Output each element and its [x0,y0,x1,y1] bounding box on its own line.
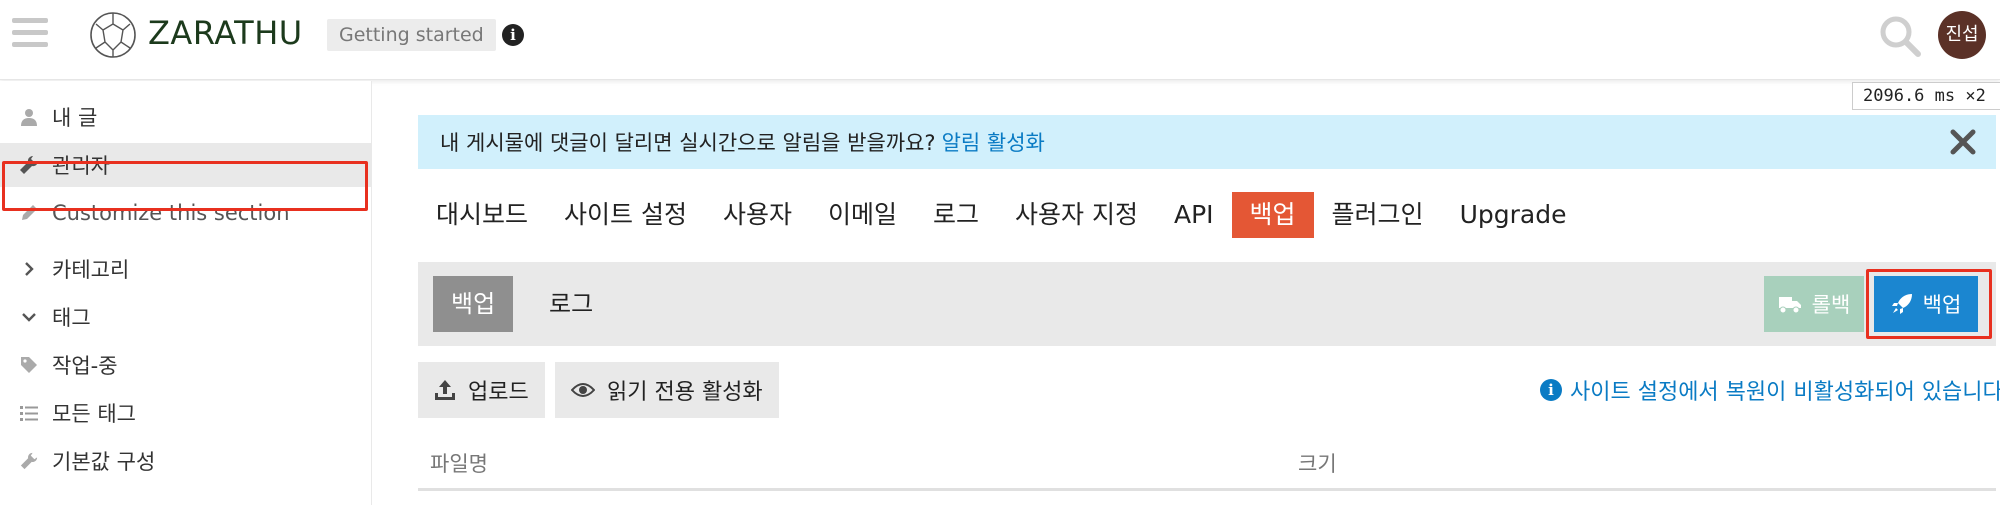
backup-subnav: 백업 로그 롤백 백업 [418,262,1996,346]
user-icon [18,108,40,126]
readonly-label: 읽기 전용 활성화 [607,380,763,405]
sidebar-item-tags[interactable]: 태그 [0,295,372,339]
sidebar-item-customize[interactable]: Customize this section [0,191,372,235]
backup-button[interactable]: 백업 [1874,276,1978,332]
table-header-divider [418,488,1996,491]
restore-note-text: 사이트 설정에서 복원이 비활성화되어 있습니다. [1570,380,2000,405]
timing-value: 2096.6 [1863,86,1925,106]
sidebar-item-label: 태그 [52,306,91,330]
close-icon[interactable] [1948,127,1978,157]
list-icon [18,405,40,421]
column-header-filename[interactable]: 파일명 [430,448,488,478]
admin-nav: 대시보드 사이트 설정 사용자 이메일 로그 사용자 지정 API 백업 플러그… [418,192,1584,238]
enable-notifications-link[interactable]: 알림 활성화 [942,127,1045,157]
tab-email[interactable]: 이메일 [810,192,915,238]
chevron-right-icon [18,261,40,277]
breadcrumb[interactable]: Getting started [327,19,496,51]
pencil-icon [18,204,40,222]
site-header: ZARATHU Getting started i 진섭 [0,0,2000,80]
tab-logs[interactable]: 로그 [915,192,997,238]
sidebar-item-tag-wip[interactable]: 작업-중 [0,343,372,387]
sidebar-item-categories[interactable]: 카테고리 [0,247,372,291]
sidebar-item-label: 모든 태그 [52,402,136,426]
upload-button[interactable]: 업로드 [418,362,545,418]
sidebar-item-defaults[interactable]: 기본값 구성 [0,439,372,483]
sidebar-item-label: 내 글 [52,106,98,130]
sidebar-item-label: 기본값 구성 [52,450,156,474]
column-header-size[interactable]: 크기 [1298,448,1337,478]
tab-backups[interactable]: 백업 [1231,192,1314,238]
upload-label: 업로드 [468,380,529,405]
tab-site-settings[interactable]: 사이트 설정 [546,192,705,238]
upload-icon [435,380,455,400]
sidebar-item-label: 관리자 [52,154,110,178]
timing-badge[interactable]: 2096.6 ms ×2 [1852,82,2000,110]
tab-plugins[interactable]: 플러그인 [1314,192,1442,238]
info-icon[interactable]: i [502,24,524,46]
backup-label: 백업 [1922,293,1962,317]
sidebar-item-all-tags[interactable]: 모든 태그 [0,391,372,435]
rocket-icon [1891,294,1912,314]
tag-icon [18,356,40,374]
avatar[interactable]: 진섭 [1938,11,1986,59]
tab-dashboard[interactable]: 대시보드 [418,192,546,238]
rollback-button[interactable]: 롤백 [1764,276,1864,332]
chevron-down-icon [18,310,40,324]
timing-unit: ms [1934,86,1956,106]
restore-disabled-note: i 사이트 설정에서 복원이 비활성화되어 있습니다. [1540,372,2000,408]
logo-icon[interactable] [88,10,138,60]
sidebar-item-my-posts[interactable]: 내 글 [0,95,372,139]
subtab-logs[interactable]: 로그 [531,276,611,332]
readonly-toggle-button[interactable]: 읽기 전용 활성화 [555,362,779,418]
brand-name[interactable]: ZARATHU [148,14,303,52]
sidebar: 내 글 관리자 Customize this section 카테고리 태그 작… [0,81,372,505]
sidebar-item-admin[interactable]: 관리자 [0,143,372,187]
truck-icon [1778,297,1801,314]
tab-api[interactable]: API [1156,192,1232,238]
rollback-label: 롤백 [1811,293,1851,317]
sidebar-item-label: 카테고리 [52,258,130,282]
wrench-icon [18,155,40,175]
tab-users[interactable]: 사용자 [705,192,810,238]
notification-banner: 내 게시물에 댓글이 달리면 실시간으로 알림을 받을까요? 알림 활성화 [418,115,1996,169]
tab-customize[interactable]: 사용자 지정 [997,192,1156,238]
tab-upgrade[interactable]: Upgrade [1442,192,1585,238]
banner-text: 내 게시물에 댓글이 달리면 실시간으로 알림을 받을까요? [440,131,936,155]
timing-multiplier: ×2 [1965,86,1986,106]
search-icon[interactable] [1878,14,1922,58]
sidebar-item-label: 작업-중 [52,354,118,378]
info-icon: i [1540,379,1562,401]
subtab-backups[interactable]: 백업 [433,276,514,332]
sidebar-item-label: Customize this section [52,201,290,225]
eye-icon [571,383,595,397]
hamburger-icon[interactable] [12,18,48,52]
wrench-icon [18,452,40,470]
